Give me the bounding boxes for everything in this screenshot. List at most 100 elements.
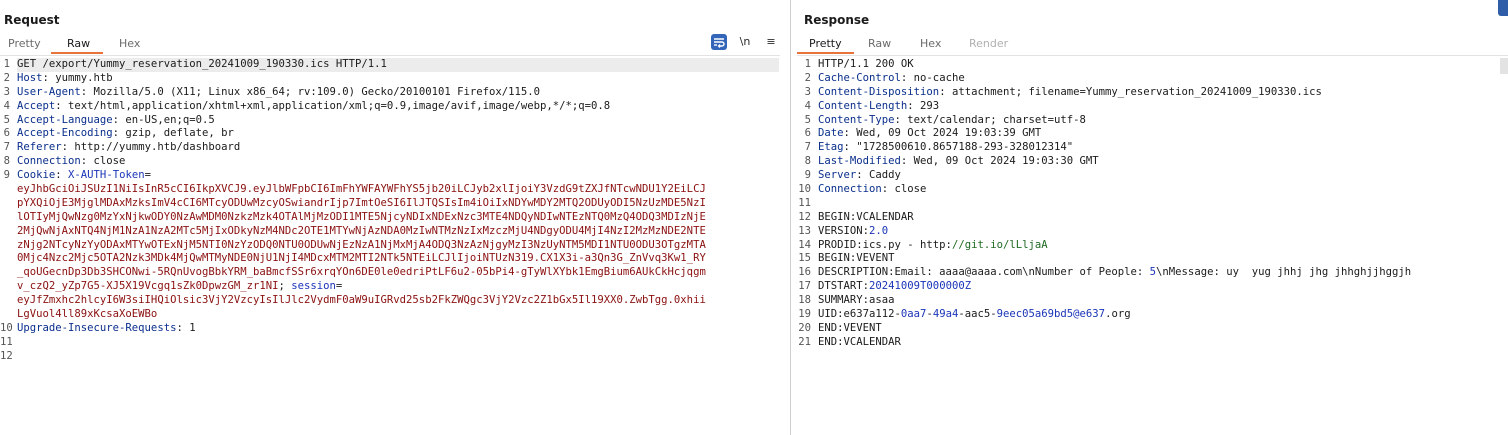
- code-line[interactable]: LgVuol4ll89xKcsaXoEWBo: [17, 308, 779, 322]
- code-line[interactable]: Referer: http://yummy.htb/dashboard: [17, 141, 779, 155]
- code-line[interactable]: HTTP/1.1 200 OK: [818, 58, 1411, 72]
- line-number: 10: [798, 183, 811, 196]
- code-token: ;: [278, 280, 292, 293]
- line-number: 11: [0, 335, 13, 348]
- code-line[interactable]: Accept: text/html,application/xhtml+xml,…: [17, 100, 779, 114]
- line-number: 21: [798, 335, 811, 348]
- code-line[interactable]: lOTIyMjQwNzg0MzYxNjkwODY0NzAwMDM0NzkzMzk…: [17, 211, 779, 225]
- line-number: [0, 211, 10, 225]
- code-line[interactable]: Last-Modified: Wed, 09 Oct 2024 19:03:30…: [818, 155, 1411, 169]
- code-line[interactable]: Cache-Control: no-cache: [818, 72, 1411, 86]
- menu-icon[interactable]: ≡: [763, 34, 779, 50]
- code-line[interactable]: pYXQiOjE3MjglMDAxMzksImV4cCI6MTcyODUwMzc…: [17, 197, 779, 211]
- line-numbers: 1 2 3 4 5 6 7 8 9 10 11 12: [0, 58, 13, 364]
- tab-render[interactable]: Render: [969, 37, 1008, 50]
- code-token: LgVuol4ll89xKcsaXoEWBo: [17, 308, 158, 321]
- code-line[interactable]: DESCRIPTION:Email: aaaa@aaaa.com\nNumber…: [818, 266, 1411, 280]
- code-token: Connection: [818, 183, 882, 196]
- code-token: : Wed, 09 Oct 2024 19:03:30 GMT: [900, 155, 1099, 168]
- line-number: 9: [804, 169, 811, 182]
- request-code[interactable]: GET /export/Yummy_reservation_20241009_1…: [17, 58, 779, 364]
- code-token: : close: [881, 183, 927, 196]
- tab-pretty[interactable]: Pretty: [8, 37, 41, 50]
- code-line[interactable]: END:VCALENDAR: [818, 336, 1411, 350]
- code-line[interactable]: BEGIN:VCALENDAR: [818, 211, 1411, 225]
- code-line[interactable]: Date: Wed, 09 Oct 2024 19:03:39 GMT: [818, 127, 1411, 141]
- code-token: Content-Length: [818, 99, 908, 112]
- scrollbar[interactable]: [1500, 58, 1508, 74]
- code-line[interactable]: Cookie: X-AUTH-Token=: [17, 169, 779, 183]
- code-line[interactable]: eyJhbGciOiJSUzI1NiIsInR5cCI6IkpXVCJ9.eyJ…: [17, 183, 779, 197]
- code-line[interactable]: [17, 336, 779, 350]
- code-token: DTSTART:: [818, 280, 870, 293]
- code-line[interactable]: 2MjQwNjAxNTQ4NjM1NzA1NzA2MTc5MjIxODkyNzM…: [17, 225, 779, 239]
- code-token: : Caddy: [856, 169, 901, 182]
- code-line[interactable]: DTSTART:20241009T000000Z: [818, 280, 1411, 294]
- code-line[interactable]: GET /export/Yummy_reservation_20241009_1…: [17, 58, 779, 72]
- code-token: 0aa7: [900, 308, 927, 321]
- code-line[interactable]: Content-Length: 293: [818, 100, 1411, 114]
- code-line[interactable]: Content-Type: text/calendar; charset=utf…: [818, 114, 1411, 128]
- code-line[interactable]: Connection: close: [17, 155, 779, 169]
- code-line[interactable]: Accept-Encoding: gzip, deflate, br: [17, 127, 779, 141]
- line-number: [0, 225, 10, 239]
- word-wrap-icon[interactable]: [711, 34, 727, 50]
- show-newlines-button[interactable]: \n: [737, 34, 753, 50]
- line-number: 15: [798, 252, 811, 265]
- code-line[interactable]: Content-Disposition: attachment; filenam…: [818, 86, 1411, 100]
- code-line[interactable]: User-Agent: Mozilla/5.0 (X11; Linux x86_…: [17, 86, 779, 100]
- tab-raw[interactable]: Raw: [868, 37, 891, 50]
- code-line[interactable]: PRODID:ics.py - http://git.io/lLljaA: [818, 239, 1411, 253]
- code-line[interactable]: v_czQ2_yZp7G5-XJ5X19Vcgq1sZk0DpwzGM_zr1N…: [17, 280, 779, 294]
- code-line[interactable]: UID:e637a112-0aa7-49a4-aac5-9eec05a69bd5…: [818, 308, 1411, 322]
- code-token: Accept: [17, 99, 56, 112]
- code-line[interactable]: [818, 197, 1411, 211]
- tab-raw[interactable]: Raw: [67, 37, 90, 50]
- response-panel: Response Pretty Raw Hex Render 123456789…: [797, 0, 1508, 435]
- line-number: 9: [3, 169, 10, 182]
- code-line[interactable]: END:VEVENT: [818, 322, 1411, 336]
- code-token: Upgrade-Insecure-Requests: [17, 321, 177, 334]
- line-number: [0, 183, 10, 197]
- code-line[interactable]: Server: Caddy: [818, 169, 1411, 183]
- code-line[interactable]: [17, 350, 779, 364]
- line-number: 2: [3, 71, 10, 84]
- active-tab-indicator: [51, 52, 103, 54]
- line-number: 20: [798, 321, 811, 334]
- code-line[interactable]: Etag: "1728500610.8657188-293-328012314": [818, 141, 1411, 155]
- line-number: 4: [3, 99, 10, 112]
- code-token: Last-Modified: [818, 155, 901, 168]
- code-token: Cache-Control: [818, 71, 901, 84]
- code-token: : no-cache: [900, 71, 965, 84]
- code-token: \nMessage: uy yug jhhj jhg jhhghjjhggjh: [1156, 266, 1412, 279]
- code-token: 0Mjc4Nzc2Mjc5OTA2Nzk3MDk4MjQwMTMyNDE0NjU…: [17, 252, 706, 265]
- line-number: 5: [804, 113, 811, 126]
- code-line[interactable]: VERSION:2.0: [818, 225, 1411, 239]
- response-code[interactable]: HTTP/1.1 200 OK Cache-Control: no-cache Co…: [818, 58, 1411, 350]
- code-line[interactable]: Upgrade-Insecure-Requests: 1: [17, 322, 779, 336]
- code-token: .org: [1105, 308, 1131, 321]
- code-line[interactable]: _qoUGecnDp3Db3SHCONwi-5RQnUvogBbkYRM_baB…: [17, 266, 779, 280]
- code-line[interactable]: Connection: close: [818, 183, 1411, 197]
- line-number: 11: [798, 196, 811, 209]
- code-token: : text/html,application/xhtml+xml,applic…: [55, 99, 611, 112]
- line-number: 10: [0, 321, 13, 334]
- request-panel: Request Pretty Raw Hex \n ≡ 1 2 3 4 5 6 7 8 9 10 1…: [0, 0, 790, 435]
- code-token: zNjg2NTcyNzYyODAxMTYwOTExNjM5NTI0NzYzODQ…: [17, 238, 706, 251]
- code-line[interactable]: 0Mjc4Nzc2Mjc5OTA2Nzk3MDk4MjQwMTMyNDE0NjU…: [17, 252, 779, 266]
- panel-divider[interactable]: [790, 0, 791, 435]
- code-token: Accept-Encoding: [17, 127, 113, 140]
- tab-hex[interactable]: Hex: [920, 37, 941, 50]
- code-token: X-AUTH-Token: [68, 169, 145, 182]
- line-numbers: 1 2 3 4 5 6 7 8 9 10 11 12 13 14 15 16 17 18 19 20 21: [797, 58, 811, 350]
- code-token: : yummy.htb: [42, 71, 113, 84]
- code-line[interactable]: Accept-Language: en-US,en;q=0.5: [17, 114, 779, 128]
- code-line[interactable]: eyJfZmxhc2hlcyI6W3siIHQiOlsic3VjY2VzcyIs…: [17, 294, 779, 308]
- code-line[interactable]: BEGIN:VEVENT: [818, 252, 1411, 266]
- code-line[interactable]: zNjg2NTcyNzYyODAxMTYwOTExNjM5NTI0NzYzODQ…: [17, 239, 779, 253]
- corner-indicator: [1498, 0, 1508, 16]
- tab-pretty[interactable]: Pretty: [809, 37, 842, 50]
- code-line[interactable]: SUMMARY:asaa: [818, 294, 1411, 308]
- code-line[interactable]: Host: yummy.htb: [17, 72, 779, 86]
- tab-hex[interactable]: Hex: [119, 37, 140, 50]
